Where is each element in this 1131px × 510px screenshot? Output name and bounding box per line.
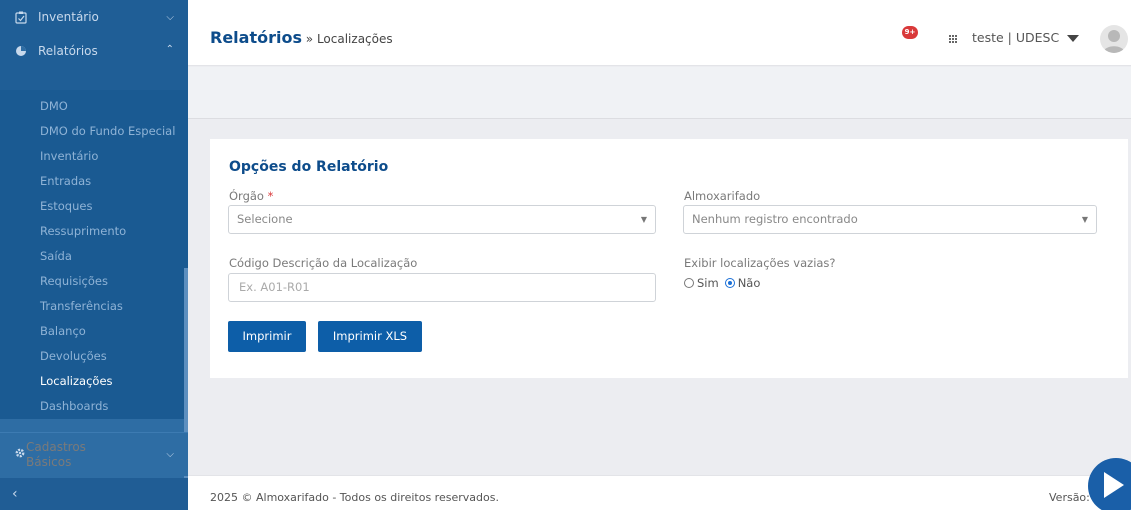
user-menu[interactable]: teste | UDESC [972,30,1059,45]
imprimir-button[interactable]: Imprimir [228,321,306,352]
header: Relatórios » Localizações 9+ teste | UDE… [188,0,1131,66]
sidebar-item-transferencias[interactable]: Transferências [0,294,188,319]
apps-grid-icon[interactable] [949,35,958,44]
notification-badge[interactable]: 9+ [902,26,918,39]
sidebar: Inventário ⌵ Relatórios ⌃ DMO DMO do Fun… [0,0,188,510]
exibir-vazias-radio-group: Sim Não [684,276,760,290]
sidebar-item-devolucoes[interactable]: Devoluções [0,344,188,369]
codigo-input[interactable]: Ex. A01-R01 [228,273,656,302]
sidebar-submenu: DMO DMO do Fundo Especial Inventário Ent… [0,90,188,419]
copyright-text: 2025 © Almoxarifado - Todos os direitos … [210,491,499,504]
codigo-label: Código Descrição da Localização [229,256,418,270]
sidebar-item-dmo[interactable]: DMO [0,94,188,119]
sidebar-item-inventario-report[interactable]: Inventário [0,144,188,169]
exibir-vazias-label: Exibir localizações vazias? [684,256,836,270]
almoxarifado-label: Almoxarifado [684,189,761,203]
radio-sim[interactable] [684,278,694,288]
orgao-label: Órgão * [229,189,274,203]
sidebar-item-entradas[interactable]: Entradas [0,169,188,194]
play-icon[interactable] [1088,458,1131,510]
orgao-select[interactable]: Selecione ▼ [228,205,656,234]
breadcrumb: » Localizações [301,32,393,46]
dropdown-arrow-icon: ▼ [640,215,647,224]
sidebar-item-inventario[interactable]: Inventário ⌵ [0,0,188,34]
sidebar-item-dmo-fundo-especial[interactable]: DMO do Fundo Especial [0,119,188,144]
sidebar-item-requisicoes[interactable]: Requisições [0,269,188,294]
sidebar-item-saida[interactable]: Saída [0,244,188,269]
sidebar-item-dashboards[interactable]: Dashboards [0,394,188,419]
dropdown-arrow-icon: ▼ [1081,215,1088,224]
almoxarifado-select[interactable]: Nenhum registro encontrado ▼ [683,205,1097,234]
gear-icon [14,447,26,462]
panel-title: Opções do Relatório [229,159,389,175]
sidebar-item-relatorios[interactable]: Relatórios ⌃ [0,34,188,90]
sidebar-item-label: Cadastros Básicos [26,439,86,469]
toolbar-band [188,67,1131,119]
imprimir-xls-button[interactable]: Imprimir XLS [318,321,422,352]
report-options-panel: Opções do Relatório Órgão * Selecione ▼ … [210,139,1128,378]
chevron-down-icon: ⌵ [166,11,174,23]
chevron-left-icon: ‹ [12,486,18,502]
sidebar-item-localizacoes[interactable]: Localizações [0,369,188,394]
chevron-down-icon: ⌵ [166,449,174,460]
sidebar-item-cadastros-basicos[interactable]: Cadastros Básicos ⌵ [0,432,188,476]
clipboard-icon [14,10,28,24]
radio-nao[interactable] [724,278,735,288]
collapse-sidebar-button[interactable]: ‹ [0,478,188,510]
sidebar-item-balanco[interactable]: Balanço [0,319,188,344]
sidebar-item-ressuprimento[interactable]: Ressuprimento [0,219,188,244]
footer: 2025 © Almoxarifado - Todos os direitos … [188,475,1131,510]
sidebar-item-label: Relatórios [38,44,98,58]
sidebar-item-label: Inventário [38,10,99,24]
caret-down-icon[interactable] [1067,35,1079,42]
page-title: Relatórios » Localizações [210,28,393,47]
pie-chart-icon [14,44,28,58]
chevron-up-icon: ⌃ [165,44,174,55]
version-text: Versão: [1049,491,1090,504]
avatar[interactable] [1100,25,1128,53]
sidebar-item-estoques[interactable]: Estoques [0,194,188,219]
